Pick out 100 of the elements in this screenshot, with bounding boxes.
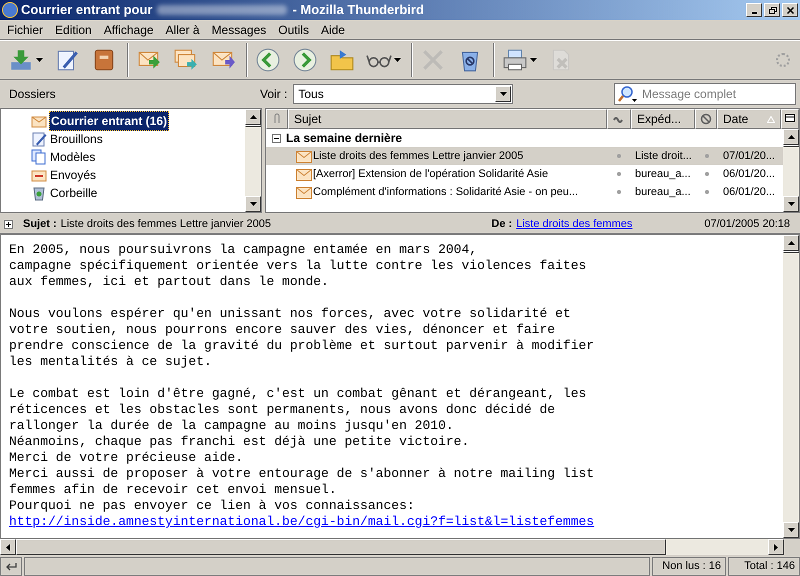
envelope-icon bbox=[296, 185, 312, 199]
scroll-down-button[interactable] bbox=[245, 196, 261, 212]
dropdown-arrow-icon bbox=[394, 58, 401, 62]
thread-icon bbox=[613, 115, 625, 123]
close-button[interactable] bbox=[782, 3, 798, 17]
left-arrow-icon bbox=[6, 544, 10, 550]
dropdown-arrow-icon bbox=[500, 92, 507, 96]
message-row[interactable]: [Axerror] Extension de l'opération Solidarité Asie bureau_a... 06/01/20... bbox=[266, 165, 783, 183]
columns-icon bbox=[785, 114, 795, 124]
body-line: prendre conscience de la gravité du problème et surtout parvenir à modifier bbox=[9, 338, 596, 354]
table-cell-text: 06/01/20... bbox=[722, 166, 776, 182]
message-date: 07/01/2005 20:18 bbox=[704, 217, 790, 232]
expand-icon[interactable] bbox=[4, 220, 13, 229]
total-count: Total : 146 bbox=[728, 557, 800, 576]
horizontal-scrollbar[interactable] bbox=[0, 539, 800, 555]
header-label: De : bbox=[491, 217, 512, 232]
column-header[interactable]: Date bbox=[717, 109, 781, 129]
scroll-down-button[interactable] bbox=[783, 522, 799, 538]
group-heading: La semaine dernière bbox=[286, 130, 402, 147]
menu-item[interactable]: Outils bbox=[273, 20, 314, 38]
folder-item[interactable]: Brouillons bbox=[49, 130, 104, 148]
view-label: Voir : bbox=[260, 86, 288, 103]
pane-label: Dossiers bbox=[8, 86, 57, 103]
scrollbar-corner bbox=[784, 539, 800, 555]
message-row[interactable]: Complément d'informations : Solidarité Asie - on peu... bureau_a... 06/01/20... bbox=[266, 183, 783, 201]
menu-item[interactable]: Affichage bbox=[98, 20, 159, 38]
sort-icon bbox=[767, 116, 775, 122]
search-icon bbox=[617, 85, 639, 103]
window-title: - Mozilla Thunderbird bbox=[292, 1, 424, 20]
message-row[interactable]: Liste droits des femmes Lettre janvier 2005 Liste droit... 07/01/20... bbox=[266, 147, 783, 165]
paperclip-icon bbox=[273, 113, 281, 125]
right-arrow-icon bbox=[774, 544, 778, 550]
scroll-up-button[interactable] bbox=[245, 109, 261, 125]
down-arrow-icon bbox=[788, 528, 794, 532]
body-line: Pourquoi ne pas envoyer ce lien à vos connaissances: bbox=[9, 498, 416, 514]
envelope-icon bbox=[296, 167, 312, 181]
scroll-thumb[interactable] bbox=[245, 125, 261, 127]
trash-icon bbox=[31, 185, 47, 201]
menu-item[interactable]: Aller à bbox=[160, 20, 205, 38]
menu-item[interactable]: Aide bbox=[316, 20, 350, 38]
column-header[interactable]: Sujet bbox=[288, 109, 607, 129]
scroll-right-button[interactable] bbox=[768, 539, 784, 555]
scroll-up-button[interactable] bbox=[783, 129, 799, 145]
dropdown-arrow-icon bbox=[530, 58, 537, 62]
folder-item[interactable]: Modèles bbox=[49, 148, 96, 166]
header-label: Sujet : bbox=[23, 217, 57, 232]
table-cell-text: bureau_a... bbox=[634, 166, 692, 182]
table-cell-text: Liste droits des femmes Lettre janvier 2005 bbox=[313, 148, 524, 164]
table-cell-text: Complément d'informations : Solidarité Asie - on peu... bbox=[313, 184, 578, 200]
body-line: rallonger la durée de la campagne au moins jusqu'en 2010. bbox=[9, 418, 455, 434]
menu-item[interactable]: Messages bbox=[206, 20, 272, 38]
search-field[interactable]: Message complet bbox=[614, 83, 796, 105]
table-cell-text: 07/01/20... bbox=[722, 148, 776, 164]
restore-button[interactable] bbox=[764, 3, 780, 17]
column-header[interactable]: Expéd... bbox=[631, 109, 695, 129]
message-subject: Liste droits des femmes Lettre janvier 2005 bbox=[60, 217, 271, 232]
window-title: Courrier entrant pour bbox=[21, 1, 152, 20]
view-dropdown[interactable]: Tous bbox=[293, 84, 514, 104]
body-line: femmes afin de recevoir cet envoi mensuel. bbox=[9, 482, 338, 498]
column-header[interactable] bbox=[695, 109, 717, 129]
body-line: Nous voulons espérer qu'en unissant nos forces, avec votre solidarité et bbox=[9, 306, 572, 322]
vertical-scrollbar[interactable] bbox=[783, 129, 799, 212]
folder-item[interactable]: Courrier entrant (16) bbox=[49, 111, 170, 131]
menu-item[interactable]: Fichier bbox=[2, 20, 48, 38]
down-arrow-icon bbox=[250, 202, 256, 206]
body-line: votre soutien, nous pourrons encore sauver des vies, dénoncer et faire bbox=[9, 322, 556, 338]
body-line: réticences et les obstacles sont permanents, nous avons donc décidé de bbox=[9, 402, 556, 418]
printer-icon bbox=[502, 47, 528, 73]
prohibited-icon bbox=[700, 113, 712, 125]
folder-item[interactable]: Corbeille bbox=[49, 184, 98, 202]
body-line: campagne spécifiquement orientée vers la lutte contre les violences faites bbox=[9, 258, 588, 274]
body-line: Merci aussi de proposer à votre entourage de s'abonner à notre mailing list bbox=[9, 466, 596, 482]
table-cell-text: 06/01/20... bbox=[722, 184, 776, 200]
vertical-scrollbar[interactable] bbox=[245, 109, 261, 212]
up-arrow-icon bbox=[788, 135, 794, 139]
scroll-thumb[interactable] bbox=[16, 539, 666, 555]
folder-item[interactable]: Envoyés bbox=[49, 166, 98, 184]
dropdown-arrow-icon bbox=[36, 58, 43, 62]
minimize-button[interactable] bbox=[746, 3, 762, 17]
column-header[interactable] bbox=[266, 109, 288, 129]
up-arrow-icon bbox=[788, 241, 794, 245]
return-arrow-icon bbox=[4, 560, 18, 572]
body-line: Le combat est loin d'être gagné, c'est un combat gênant et dérangeant, les bbox=[9, 386, 588, 402]
online-status-button[interactable] bbox=[0, 557, 22, 576]
collapse-icon[interactable] bbox=[272, 134, 281, 142]
body-link[interactable]: http://inside.amnestyinternational.be/cgi-bin/mail.cgi?f=list&l=listefemmes bbox=[9, 514, 594, 529]
table-cell-text: Liste droit... bbox=[634, 148, 693, 164]
scroll-up-button[interactable] bbox=[783, 235, 799, 251]
body-line: En 2005, nous poursuivrons la campagne entamée en mars 2004, bbox=[9, 242, 478, 258]
scroll-left-button[interactable] bbox=[0, 539, 16, 555]
scroll-thumb[interactable] bbox=[783, 251, 799, 253]
table-cell-text: [Axerror] Extension de l'opération Solidarité Asie bbox=[313, 166, 548, 182]
scroll-down-button[interactable] bbox=[783, 196, 799, 212]
column-picker[interactable] bbox=[781, 109, 799, 129]
vertical-scrollbar[interactable] bbox=[783, 235, 799, 538]
body-line: aux femmes, ici et partout dans le monde. bbox=[9, 274, 330, 290]
sender-link[interactable]: Liste droits des femmes bbox=[516, 216, 632, 233]
column-header[interactable] bbox=[607, 109, 631, 129]
scroll-thumb[interactable] bbox=[783, 145, 799, 147]
menu-item[interactable]: Edition bbox=[50, 20, 97, 38]
